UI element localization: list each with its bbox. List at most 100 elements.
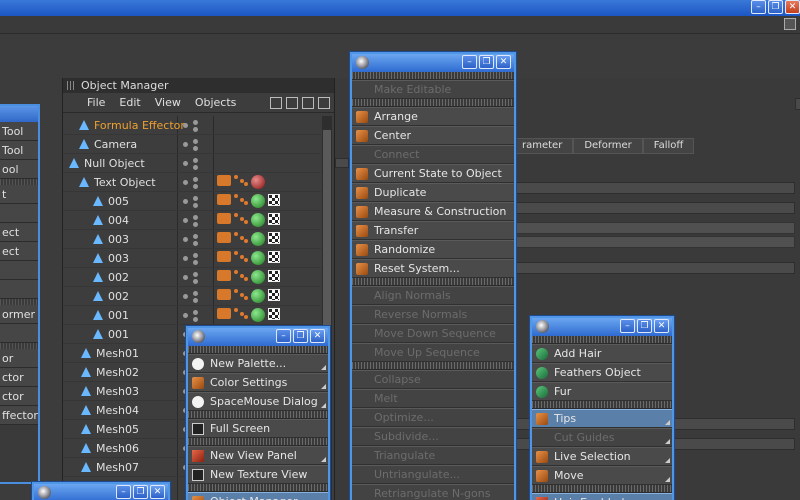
visibility-dots[interactable] xyxy=(183,158,203,170)
palette-item[interactable]: Tips xyxy=(532,409,672,428)
visibility-dots[interactable] xyxy=(183,215,203,227)
menu-edit[interactable]: Edit xyxy=(119,96,140,109)
texture-tag-icon[interactable] xyxy=(268,251,280,263)
texture-tag-icon[interactable] xyxy=(268,270,280,282)
object-row[interactable]: Formula Effector xyxy=(63,116,321,135)
left-palette-item[interactable]: ctor xyxy=(0,368,38,387)
left-palette-item[interactable]: or xyxy=(0,349,38,368)
texture-tag-icon[interactable] xyxy=(268,232,280,244)
palette-item[interactable]: Retriangulate N-gons xyxy=(352,484,514,500)
object-row[interactable]: 002 xyxy=(63,287,321,306)
palette-grip[interactable] xyxy=(352,72,514,80)
palette-item[interactable]: Move Up Sequence xyxy=(352,343,514,362)
palette-item[interactable]: New Palette... xyxy=(188,354,328,373)
attribute-toggle[interactable] xyxy=(335,158,349,168)
object-row[interactable]: 002 xyxy=(63,268,321,287)
palette-item[interactable]: Make Editable xyxy=(352,80,514,99)
palette-close-button[interactable]: ✕ xyxy=(150,485,165,499)
visibility-dots[interactable] xyxy=(183,234,203,246)
scrollbar-thumb[interactable] xyxy=(323,130,331,330)
menu-objects[interactable]: Objects xyxy=(195,96,237,109)
texture-tag-icon[interactable] xyxy=(268,308,280,320)
functions-palette-header[interactable]: – ❐ ✕ xyxy=(352,54,514,72)
palette-close-button[interactable]: ✕ xyxy=(654,319,669,333)
display-tag-icon[interactable] xyxy=(217,251,231,262)
material-tag-icon[interactable] xyxy=(251,289,265,303)
phong-tag-icon[interactable] xyxy=(234,308,248,319)
palette-item[interactable]: Reverse Normals xyxy=(352,305,514,324)
display-tag-icon[interactable] xyxy=(217,175,231,186)
left-palette-item[interactable]: ffector xyxy=(0,406,38,425)
phong-tag-icon[interactable] xyxy=(234,194,248,205)
left-palette-item[interactable] xyxy=(0,280,38,299)
palette-item[interactable]: Feathers Object xyxy=(532,363,672,382)
texture-tag-icon[interactable] xyxy=(268,194,280,206)
phong-tag-icon[interactable] xyxy=(234,213,248,224)
phong-tag-icon[interactable] xyxy=(234,289,248,300)
window-palette-header[interactable]: – ❐ ✕ xyxy=(188,328,328,346)
palette-item[interactable]: Untriangulate... xyxy=(352,465,514,484)
left-palette-item[interactable]: t xyxy=(0,185,38,204)
attribute-field[interactable] xyxy=(511,262,795,274)
palette-restore-button[interactable]: ❐ xyxy=(293,329,308,343)
palette-item[interactable]: Arrange xyxy=(352,107,514,126)
object-row[interactable]: 003 xyxy=(63,249,321,268)
bottom-palette-header[interactable]: – ❐ ✕ xyxy=(34,484,168,500)
left-palette-item[interactable]: ormer xyxy=(0,305,38,324)
palette-item[interactable]: Color Settings xyxy=(188,373,328,392)
palette-item[interactable]: SpaceMouse Dialog xyxy=(188,392,328,411)
palette-item[interactable]: Move xyxy=(532,466,672,485)
object-row[interactable]: 001 xyxy=(63,306,321,325)
material-tag-icon[interactable] xyxy=(251,194,265,208)
palette-restore-button[interactable]: ❐ xyxy=(637,319,652,333)
display-tag-icon[interactable] xyxy=(217,289,231,300)
phong-tag-icon[interactable] xyxy=(234,270,248,281)
left-palette-item[interactable] xyxy=(0,261,38,280)
palette-item[interactable]: Current State to Object xyxy=(352,164,514,183)
object-row[interactable]: Null Object xyxy=(63,154,321,173)
palette-item[interactable]: Connect xyxy=(352,145,514,164)
close-button[interactable]: ✕ xyxy=(785,0,800,14)
palette-close-button[interactable]: ✕ xyxy=(310,329,325,343)
panel-grip-icon[interactable] xyxy=(67,81,75,90)
palette-item[interactable]: Fur xyxy=(532,382,672,401)
visibility-dots[interactable] xyxy=(183,120,203,132)
attribute-slider[interactable] xyxy=(511,236,795,248)
palette-item[interactable]: New View Panel xyxy=(188,446,328,465)
object-row[interactable]: 003 xyxy=(63,230,321,249)
palette-item[interactable]: Optimize... xyxy=(352,408,514,427)
palette-item[interactable]: Add Hair xyxy=(532,344,672,363)
left-palette-header[interactable] xyxy=(0,106,38,122)
palette-item[interactable]: Reset System... xyxy=(352,259,514,278)
palette-item[interactable]: Duplicate xyxy=(352,183,514,202)
tab-falloff[interactable]: Falloff xyxy=(642,138,695,154)
phong-tag-icon[interactable] xyxy=(234,175,248,186)
palette-minimize-button[interactable]: – xyxy=(116,485,131,499)
material-tag-icon[interactable] xyxy=(251,270,265,284)
display-tag-icon[interactable] xyxy=(217,213,231,224)
palette-item[interactable]: Randomize xyxy=(352,240,514,259)
minimize-button[interactable]: – xyxy=(751,0,766,14)
menu-file[interactable]: File xyxy=(87,96,105,109)
palette-item[interactable]: Center xyxy=(352,126,514,145)
left-palette-item[interactable] xyxy=(0,324,38,343)
attribute-field[interactable] xyxy=(511,202,795,214)
palette-close-button[interactable]: ✕ xyxy=(496,55,511,69)
palette-item[interactable]: Cut Guides xyxy=(532,428,672,447)
palette-item[interactable]: Measure & Construction xyxy=(352,202,514,221)
display-tag-icon[interactable] xyxy=(217,308,231,319)
palette-restore-button[interactable]: ❐ xyxy=(479,55,494,69)
material-tag-icon[interactable] xyxy=(251,232,265,246)
layout-icon[interactable] xyxy=(784,18,796,30)
visibility-dots[interactable] xyxy=(183,196,203,208)
material-tag-icon[interactable] xyxy=(251,213,265,227)
material-tag-icon[interactable] xyxy=(251,175,265,189)
tab-parameter[interactable]: rameter xyxy=(511,138,574,154)
attribute-field[interactable] xyxy=(511,182,795,194)
left-palette-item[interactable] xyxy=(0,204,38,223)
phong-tag-icon[interactable] xyxy=(234,232,248,243)
texture-tag-icon[interactable] xyxy=(268,213,280,225)
palette-item[interactable]: Hair Enabled xyxy=(532,493,672,500)
phong-tag-icon[interactable] xyxy=(234,251,248,262)
material-tag-icon[interactable] xyxy=(251,308,265,322)
